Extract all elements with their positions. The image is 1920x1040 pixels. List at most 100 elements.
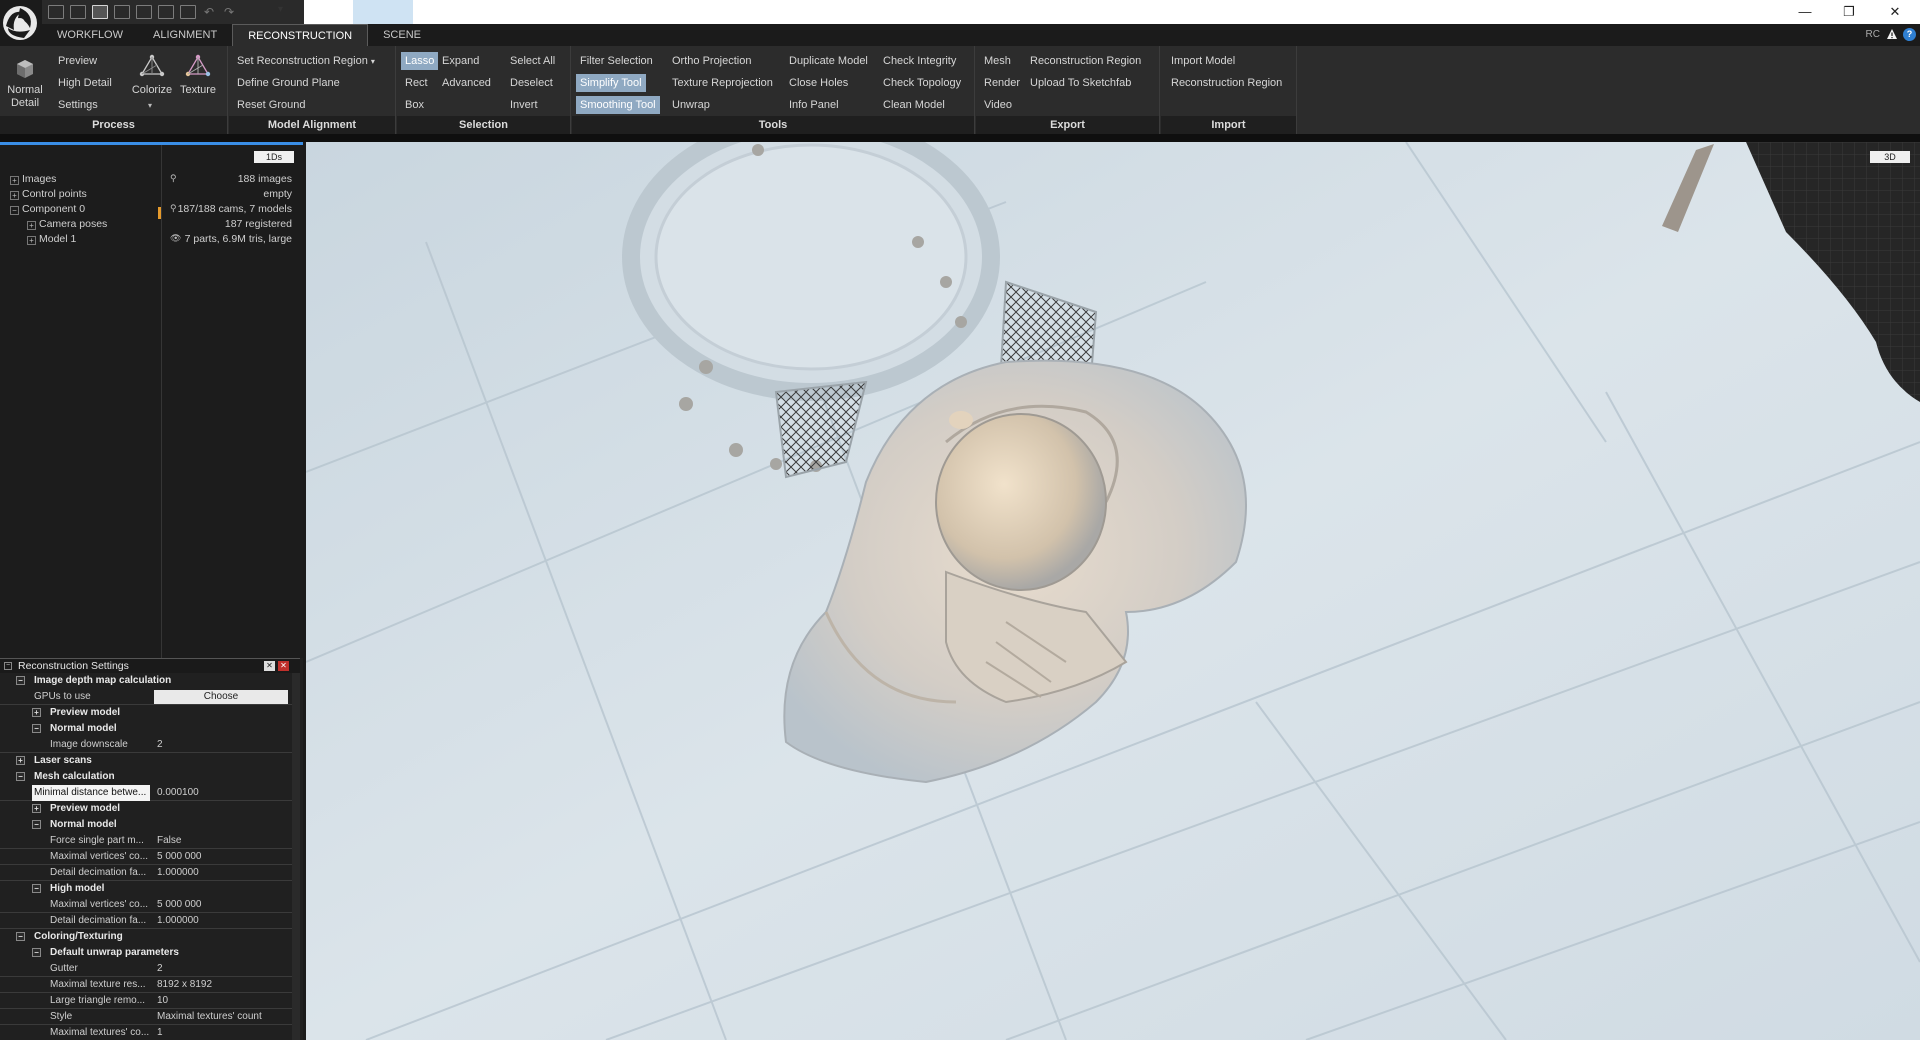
texture-button[interactable]: Texture xyxy=(174,54,222,97)
settings-value[interactable]: 8192 x 8192 xyxy=(152,977,290,993)
clean-model-button[interactable]: Clean Model xyxy=(879,96,949,114)
settings-value[interactable]: 10 xyxy=(152,993,290,1009)
settings-section[interactable]: + Preview model xyxy=(0,801,292,817)
check-integrity-button[interactable]: Check Integrity xyxy=(879,52,960,70)
quick-access-dropdown-icon[interactable]: ▾ xyxy=(278,4,283,15)
settings-row[interactable]: Maximal texture res... 8192 x 8192 xyxy=(0,977,292,993)
settings-row[interactable]: Style Maximal textures' count xyxy=(0,1009,292,1025)
colorize-dropdown-icon[interactable]: ▾ xyxy=(148,101,152,110)
settings-value[interactable]: 0.000100 xyxy=(152,785,290,801)
collapse-icon[interactable]: − xyxy=(4,662,12,670)
define-ground-plane-button[interactable]: Define Ground Plane xyxy=(233,74,344,92)
close-panel-button[interactable]: ✕ xyxy=(278,661,289,671)
settings-section[interactable]: − Coloring/Texturing xyxy=(0,929,292,945)
import-model-button[interactable]: Import Model xyxy=(1167,52,1239,70)
normal-detail-button[interactable]: Normal Detail xyxy=(2,58,48,110)
warning-icon[interactable] xyxy=(1886,28,1898,40)
tree-item-model-1[interactable]: + Model 1 xyxy=(27,232,76,247)
app-logo[interactable] xyxy=(0,0,42,46)
check-topology-button[interactable]: Check Topology xyxy=(879,74,965,92)
expand-icon[interactable]: + xyxy=(16,756,25,765)
settings-button[interactable]: Settings xyxy=(54,96,102,114)
ortho-projection-button[interactable]: Ortho Projection xyxy=(668,52,755,70)
video-button[interactable]: Video xyxy=(980,96,1016,114)
settings-row[interactable]: Detail decimation fa... 1.000000 xyxy=(0,865,292,881)
settings-row[interactable]: Detail decimation fa... 1.000000 xyxy=(0,913,292,929)
settings-section[interactable]: + Preview model xyxy=(0,705,292,721)
close-holes-button[interactable]: Close Holes xyxy=(785,74,852,92)
settings-section[interactable]: − Image depth map calculation xyxy=(0,673,292,689)
settings-row[interactable]: Minimal distance betwe... 0.000100 xyxy=(0,785,292,801)
expand-button[interactable]: Expand xyxy=(438,52,483,70)
tree-item-camera-poses[interactable]: + Camera poses xyxy=(27,217,107,232)
export-reconstruction-region-button[interactable]: Reconstruction Region xyxy=(1026,52,1145,70)
rect-button[interactable]: Rect xyxy=(401,74,432,92)
settings-section[interactable]: − Normal model xyxy=(0,721,292,737)
layout-1-icon[interactable] xyxy=(48,5,64,19)
layout-7-icon[interactable] xyxy=(180,5,196,19)
eye-icon[interactable]: 👁 xyxy=(170,233,181,244)
settings-row[interactable]: Force single part m... False xyxy=(0,833,292,849)
smoothing-tool-button[interactable]: Smoothing Tool xyxy=(576,96,660,114)
settings-row[interactable]: Maximal vertices' co... 5 000 000 xyxy=(0,897,292,913)
render-button[interactable]: Render xyxy=(980,74,1024,92)
settings-value[interactable]: 2 xyxy=(152,961,290,977)
export-mesh-button[interactable]: Mesh xyxy=(980,52,1015,70)
layout-2-icon[interactable] xyxy=(70,5,86,19)
restore-button[interactable]: ❐ xyxy=(1834,2,1864,22)
select-all-button[interactable]: Select All xyxy=(506,52,559,70)
layout-5-icon[interactable] xyxy=(136,5,152,19)
collapse-icon[interactable]: − xyxy=(16,676,25,685)
reset-ground-button[interactable]: Reset Ground xyxy=(233,96,309,114)
collapse-icon[interactable]: − xyxy=(32,820,41,829)
undock-button[interactable]: ✕ xyxy=(264,661,275,671)
close-window-button[interactable]: ✕ xyxy=(1880,2,1910,22)
collapse-icon[interactable]: − xyxy=(32,724,41,733)
settings-value[interactable]: Maximal textures' count xyxy=(152,1009,290,1025)
layout-4-icon[interactable] xyxy=(114,5,130,19)
settings-section[interactable]: − Normal model xyxy=(0,817,292,833)
expand-icon[interactable]: + xyxy=(32,804,41,813)
settings-row[interactable]: Image downscale 2 xyxy=(0,737,292,753)
tree-view-toggle-button[interactable]: 1Ds xyxy=(254,151,294,163)
settings-value[interactable]: 5 000 000 xyxy=(152,849,290,865)
tree-item-component-0[interactable]: − Component 0 xyxy=(10,202,85,217)
tree-item-control-points[interactable]: + Control points xyxy=(10,187,87,202)
settings-row[interactable]: Maximal textures' co... 1 xyxy=(0,1025,292,1040)
collapse-icon[interactable]: − xyxy=(16,932,25,941)
settings-row[interactable]: Maximal vertices' co... 5 000 000 xyxy=(0,849,292,865)
tab-reconstruction[interactable]: RECONSTRUCTION xyxy=(232,24,369,46)
settings-row[interactable]: Large triangle remo... 10 xyxy=(0,993,292,1009)
settings-section[interactable]: − High model xyxy=(0,881,292,897)
settings-section[interactable]: + Laser scans xyxy=(0,753,292,769)
layout-3-icon[interactable] xyxy=(92,5,108,19)
undo-icon[interactable]: ↶ xyxy=(202,5,216,19)
settings-value[interactable]: 1.000000 xyxy=(152,913,290,929)
collapse-icon[interactable]: − xyxy=(16,772,25,781)
settings-section[interactable]: − Mesh calculation xyxy=(0,769,292,785)
expand-icon[interactable]: + xyxy=(27,221,36,230)
box-button[interactable]: Box xyxy=(401,96,428,114)
duplicate-model-button[interactable]: Duplicate Model xyxy=(785,52,872,70)
collapse-icon[interactable]: − xyxy=(10,206,19,215)
collapse-icon[interactable]: − xyxy=(32,948,41,957)
choose-gpus-button[interactable]: Choose xyxy=(154,690,288,704)
import-reconstruction-region-button[interactable]: Reconstruction Region xyxy=(1167,74,1286,92)
settings-scrollbar[interactable] xyxy=(292,673,300,1040)
filter-selection-button[interactable]: Filter Selection xyxy=(576,52,657,70)
settings-value[interactable]: 2 xyxy=(152,737,290,753)
settings-row[interactable]: Gutter 2 xyxy=(0,961,292,977)
upload-sketchfab-button[interactable]: Upload To Sketchfab xyxy=(1026,74,1135,92)
set-reconstruction-region-button[interactable]: Set Reconstruction Region ▾ xyxy=(233,52,379,70)
tab-alignment[interactable]: ALIGNMENT xyxy=(138,24,232,46)
tab-workflow[interactable]: WORKFLOW xyxy=(42,24,138,46)
redo-icon[interactable]: ↷ xyxy=(222,5,236,19)
expand-icon[interactable]: + xyxy=(10,176,19,185)
unwrap-button[interactable]: Unwrap xyxy=(668,96,714,114)
tree-item-images[interactable]: + Images xyxy=(10,172,56,187)
settings-value[interactable]: 1.000000 xyxy=(152,865,290,881)
layout-6-icon[interactable] xyxy=(158,5,174,19)
settings-value[interactable]: 5 000 000 xyxy=(152,897,290,913)
help-icon[interactable]: ? xyxy=(1903,28,1916,41)
simplify-tool-button[interactable]: Simplify Tool xyxy=(576,74,646,92)
